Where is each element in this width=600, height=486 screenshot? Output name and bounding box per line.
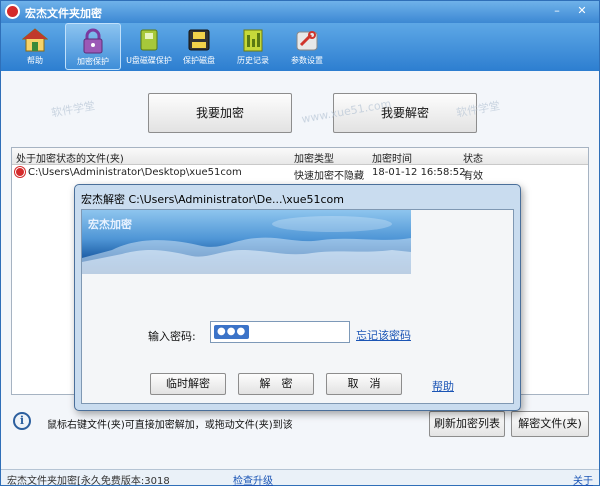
help-link[interactable]: 帮助: [432, 378, 454, 394]
row-path: C:\Users\Administrator\Desktop\xue51com: [28, 167, 242, 178]
table-row[interactable]: C:\Users\Administrator\Desktop\xue51com …: [12, 165, 588, 182]
refresh-list-button[interactable]: 刷新加密列表: [429, 411, 505, 437]
toolbar-usb-protect-label: U盘磁碟保护: [126, 56, 172, 65]
temp-decrypt-button[interactable]: 临时解密: [150, 373, 226, 395]
forgot-password-link[interactable]: 忘记该密码: [356, 327, 411, 343]
window-title: 宏杰文件夹加密: [25, 7, 102, 20]
close-button[interactable]: ✕: [571, 3, 593, 19]
toolbar-help-label: 帮助: [27, 56, 43, 65]
banner-brand: 宏杰加密: [88, 218, 132, 231]
title-bar: 宏杰文件夹加密 – ✕: [1, 1, 599, 23]
decrypt-dialog: 宏杰解密 C:\Users\Administrator\De...\xue51c…: [74, 184, 521, 411]
toolbar-history[interactable]: 历史记录: [225, 23, 281, 70]
status-bar: 宏杰文件夹加密[永久免费版本:3018 检查升级 关于: [1, 469, 599, 486]
watermark: 软件学堂: [50, 99, 96, 120]
row-status: 有效: [463, 171, 483, 182]
toolbar-encrypt-protect[interactable]: 加密保护: [65, 23, 121, 70]
list-header: 处于加密状态的文件(夹) 加密类型 加密时间 状态: [12, 148, 588, 165]
dialog-body: 宏杰加密 输入密码: ●●● 忘记该密码 临时解密 解 密 取 消 帮助: [81, 209, 514, 404]
toolbar-protect-disk-label: 保护磁盘: [183, 56, 215, 65]
encrypted-lock-icon: [15, 167, 25, 177]
toolbar-history-label: 历史记录: [237, 56, 269, 65]
history-icon: [240, 27, 266, 53]
row-time: 18-01-12 16:58:52: [372, 167, 466, 178]
app-lock-icon: [5, 4, 20, 19]
disk-icon: [186, 27, 212, 53]
toolbar: 帮助 加密保护 U盘磁碟保护 保护磁盘 历史记录 参数设置: [1, 23, 599, 71]
column-header-type[interactable]: 加密类型: [294, 150, 334, 165]
column-header-file[interactable]: 处于加密状态的文件(夹): [16, 150, 124, 165]
password-input[interactable]: ●●●: [210, 321, 350, 343]
window-controls: – ✕: [546, 3, 593, 19]
toolbar-settings-label: 参数设置: [291, 56, 323, 65]
hint-text: 鼠标右键文件(夹)可直接加密解加，或拖动文件(夹)到该: [47, 420, 293, 431]
dialog-title: 宏杰解密 C:\Users\Administrator\De...\xue51c…: [81, 193, 344, 206]
dialog-banner: 宏杰加密: [82, 210, 411, 274]
minimize-button[interactable]: –: [546, 3, 568, 19]
row-type: 快速加密不隐藏: [294, 171, 364, 182]
info-icon: i: [13, 412, 31, 430]
column-header-status[interactable]: 状态: [463, 150, 483, 165]
password-mask: ●●●: [214, 325, 250, 339]
version-text: 宏杰文件夹加密[永久免费版本:3018: [7, 476, 170, 486]
decrypt-file-button[interactable]: 解密文件(夹): [511, 411, 589, 437]
toolbar-settings[interactable]: 参数设置: [279, 23, 335, 70]
app-window: 宏杰文件夹加密 – ✕ 帮助 加密保护 U盘磁碟保护 保护磁盘 历史记录 参数设…: [0, 0, 600, 486]
encrypt-button[interactable]: 我要加密: [148, 93, 292, 133]
toolbar-encrypt-protect-label: 加密保护: [77, 57, 109, 66]
column-header-time[interactable]: 加密时间: [372, 150, 412, 165]
dialog-decrypt-button[interactable]: 解 密: [238, 373, 314, 395]
toolbar-usb-protect[interactable]: U盘磁碟保护: [121, 23, 177, 70]
wrench-icon: [294, 27, 320, 53]
check-update-link[interactable]: 检查升级: [233, 472, 273, 486]
house-icon: [21, 27, 49, 53]
lock-icon: [80, 28, 106, 54]
toolbar-protect-disk[interactable]: 保护磁盘: [171, 23, 227, 70]
usb-drive-icon: [136, 27, 162, 53]
about-link[interactable]: 关于: [573, 472, 593, 486]
dialog-cancel-button[interactable]: 取 消: [326, 373, 402, 395]
password-label: 输入密码:: [148, 330, 196, 343]
toolbar-help[interactable]: 帮助: [7, 23, 63, 70]
